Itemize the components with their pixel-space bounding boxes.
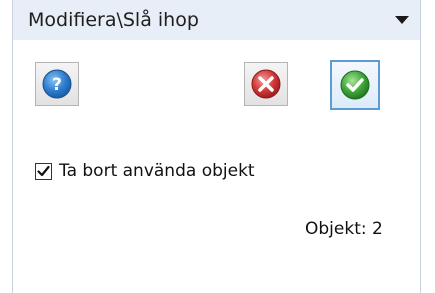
svg-text:?: ? bbox=[52, 75, 62, 95]
help-button[interactable]: ? bbox=[35, 62, 79, 106]
help-icon: ? bbox=[42, 69, 72, 99]
cancel-icon bbox=[251, 69, 281, 99]
cancel-button[interactable] bbox=[244, 62, 288, 106]
panel-header[interactable]: Modifiera\Slå ihop bbox=[13, 0, 420, 40]
panel-right-border bbox=[420, 0, 435, 293]
panel-title: Modifiera\Slå ihop bbox=[28, 9, 199, 31]
object-count: Objekt: 2 bbox=[305, 219, 383, 239]
remove-used-objects-checkbox[interactable] bbox=[35, 163, 52, 180]
ok-check-icon bbox=[340, 70, 370, 100]
merge-panel: Modifiera\Slå ihop ? Ta bort använda obj… bbox=[0, 0, 435, 293]
panel-left-border bbox=[0, 0, 13, 293]
chevron-down-icon[interactable] bbox=[395, 16, 409, 24]
checkmark-icon bbox=[37, 165, 50, 177]
remove-used-objects-label: Ta bort använda objekt bbox=[59, 161, 255, 181]
ok-button[interactable] bbox=[330, 60, 380, 110]
